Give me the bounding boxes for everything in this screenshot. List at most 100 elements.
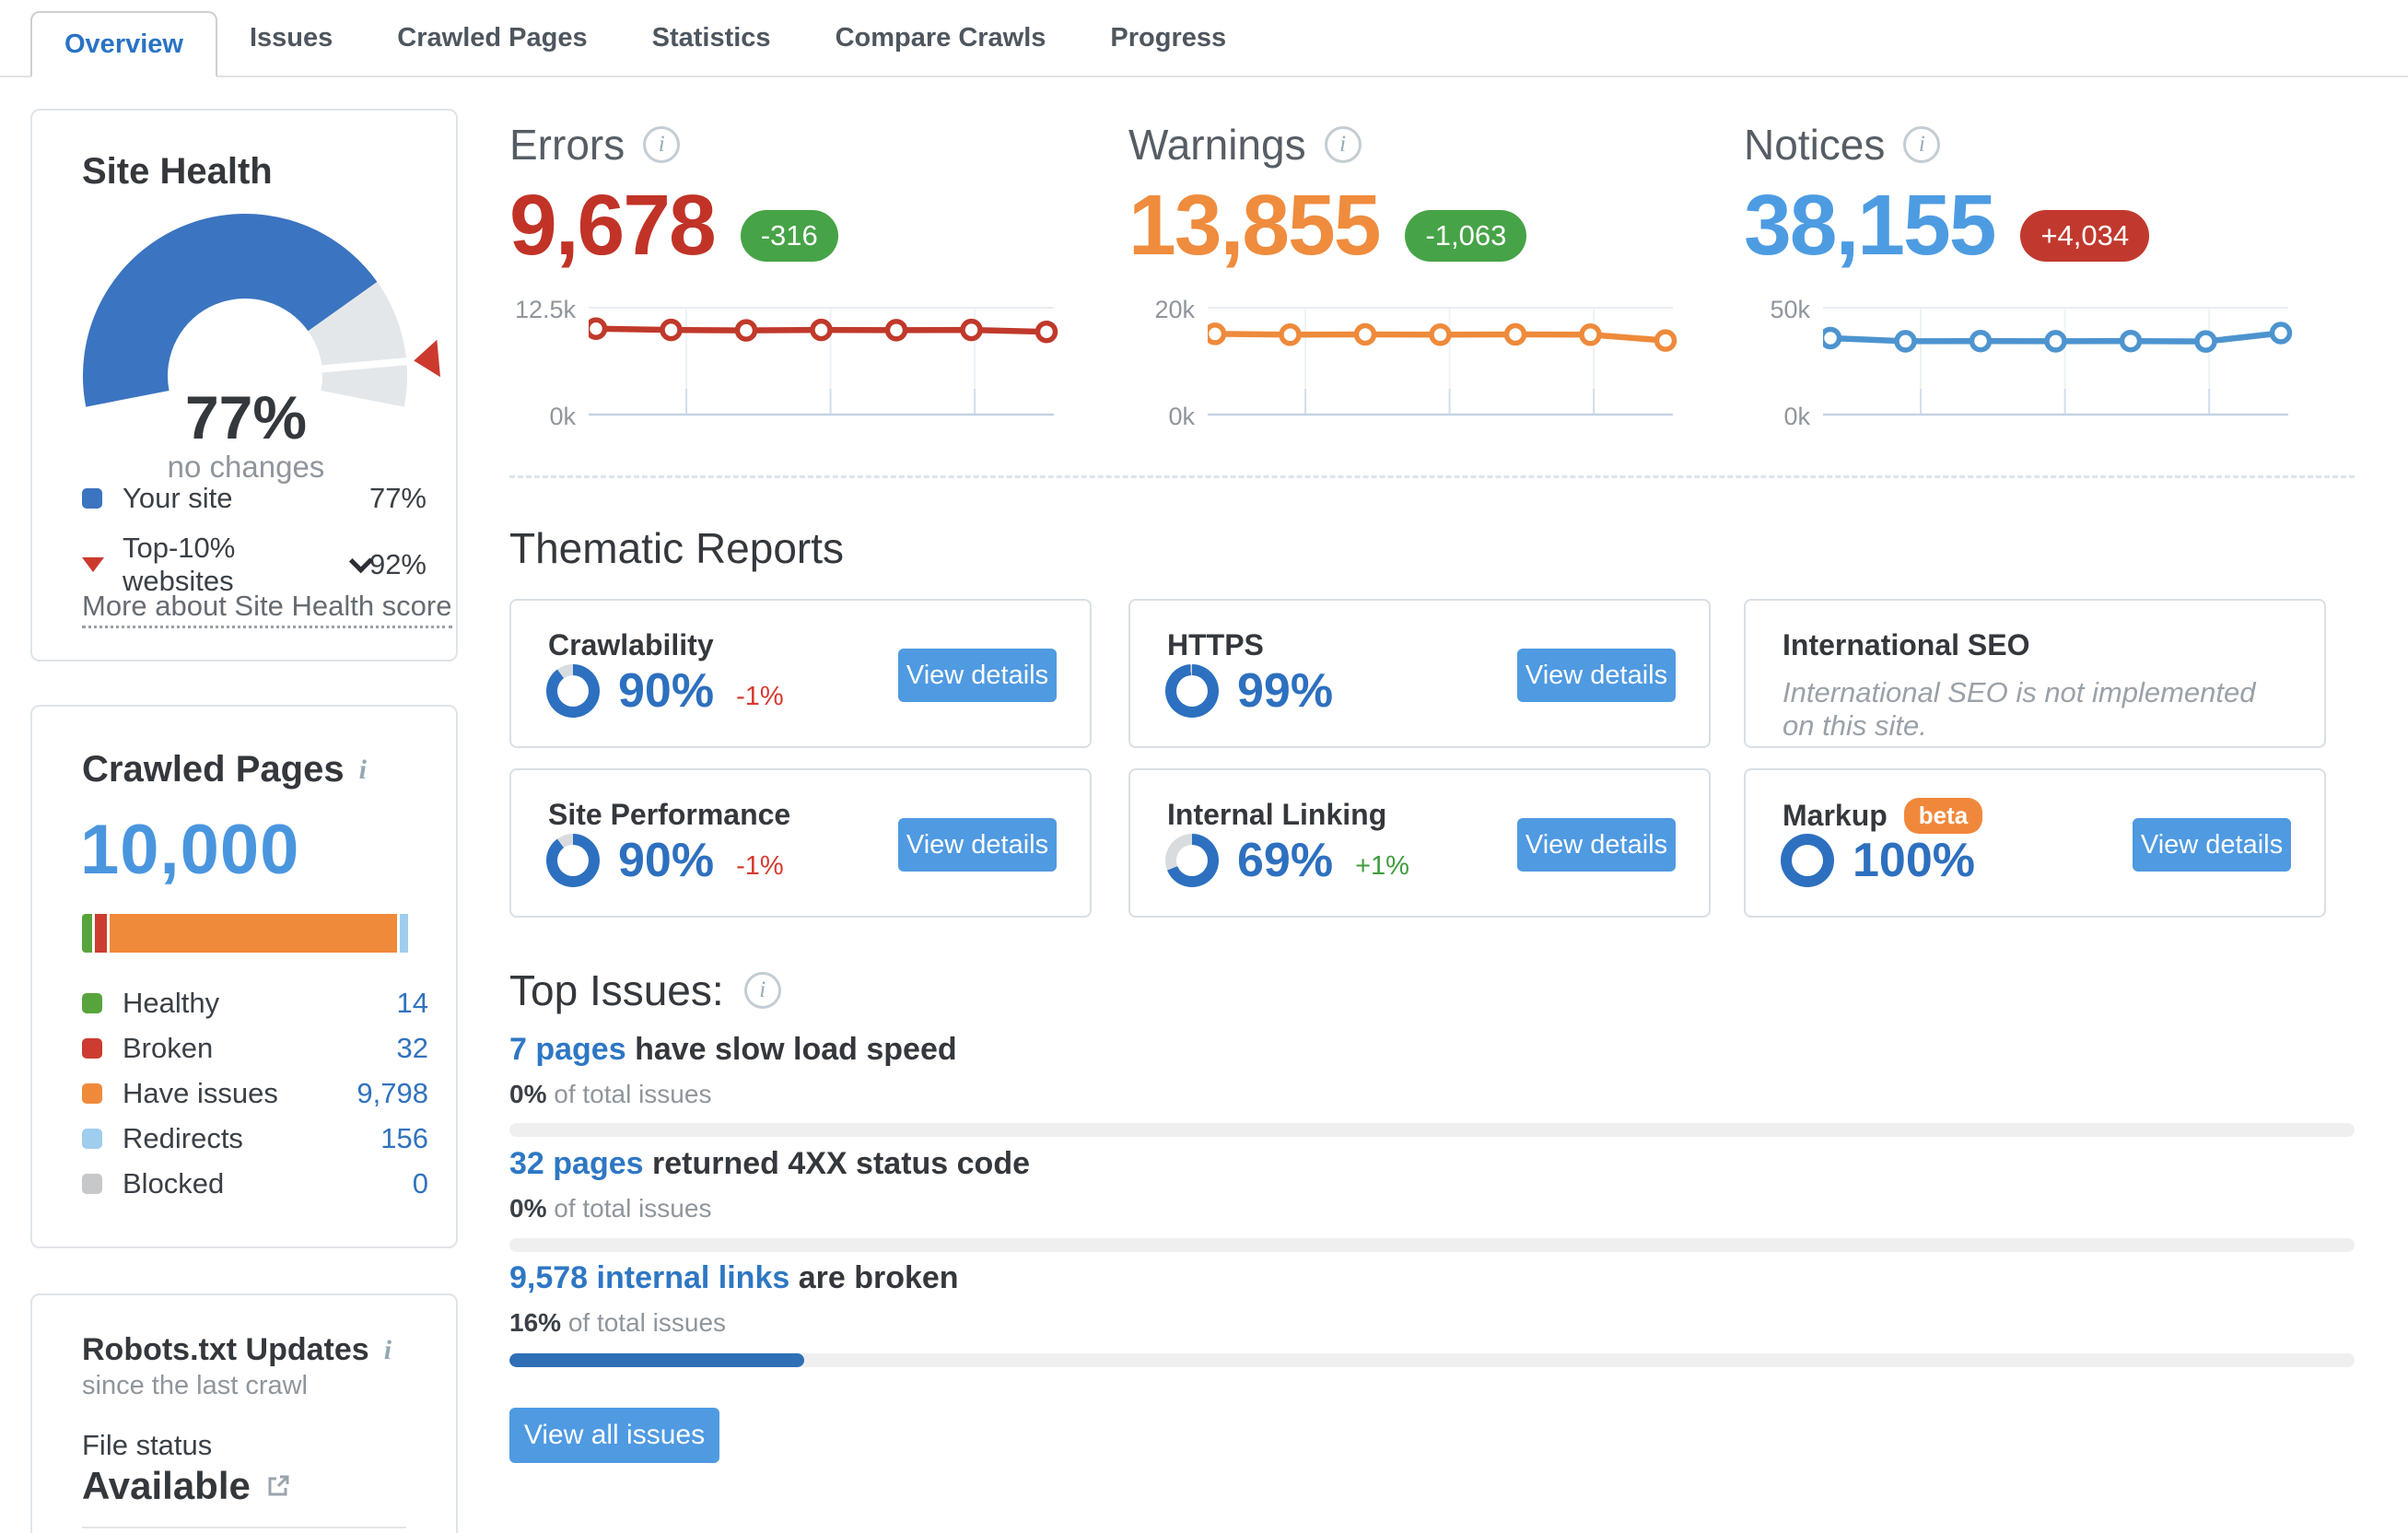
issue-2-link[interactable]: 32 pages: [509, 1146, 644, 1181]
errors-info-icon[interactable]: i: [643, 126, 681, 163]
warnings-ymax-label: 20k: [1154, 296, 1195, 323]
internal-linking-delta: +1%: [1355, 850, 1409, 881]
redirects-label: Redirects: [123, 1122, 243, 1154]
site-health-change: no changes: [167, 450, 325, 484]
top-issues-title-text: Top Issues:: [509, 966, 724, 1014]
crawled-pages-stacked-bar: [82, 914, 412, 953]
top-issues-info-icon[interactable]: i: [743, 972, 781, 1009]
broken-value: 32: [396, 1032, 428, 1064]
https-view-details-button[interactable]: View details: [1517, 649, 1676, 702]
warnings-value: 13,855: [1128, 177, 1381, 273]
tab-crawled-pages[interactable]: Crawled Pages: [365, 0, 619, 76]
top10-label: Top-10% websites: [123, 532, 236, 597]
bar-segment-have-issues: [110, 914, 397, 953]
issue-2-percent-suffix: of total issues: [554, 1194, 712, 1223]
legend-broken: Broken 32: [82, 1032, 428, 1065]
robots-subtitle: since the last crawl: [82, 1371, 308, 1400]
your-site-value: 77%: [368, 482, 427, 514]
blocked-swatch: [82, 1174, 102, 1194]
redirects-swatch: [82, 1129, 102, 1149]
crawlability-delta: -1%: [736, 681, 784, 711]
crawlability-percent: 90%: [618, 664, 715, 718]
thematic-title-text: Thematic Reports: [509, 524, 845, 572]
robots-divider: [82, 1527, 406, 1528]
issue-3-progress-bar: [509, 1353, 2355, 1367]
errors-chart: 12.5k 0k: [509, 296, 1058, 430]
tab-progress[interactable]: Progress: [1078, 0, 1258, 76]
errors-metric: Errors i 9,678 -316 12.5k 0k: [509, 120, 1067, 442]
markup-card: Markup beta 100% View details: [1744, 768, 2326, 918]
markup-donut: [1781, 834, 1834, 887]
healthy-label: Healthy: [123, 987, 220, 1019]
warnings-title: Warnings: [1128, 121, 1306, 169]
broken-label: Broken: [123, 1032, 214, 1064]
tab-compare-crawls[interactable]: Compare Crawls: [803, 0, 1079, 76]
robots-info-icon[interactable]: i: [384, 1335, 392, 1366]
issue-3-link[interactable]: 9,578 internal links: [509, 1260, 789, 1295]
crawlability-view-details-button[interactable]: View details: [898, 649, 1057, 702]
notices-delta-badge: +4,034: [2020, 209, 2150, 262]
issue-2-subtext: 0% of total issues: [509, 1194, 711, 1223]
bar-segment-broken: [95, 914, 107, 953]
issue-2-percent: 0%: [509, 1194, 547, 1223]
bar-segment-healthy: [82, 914, 92, 953]
legend-healthy: Healthy 14: [82, 987, 428, 1020]
robots-txt-card: Robots.txt Updates i since the last craw…: [30, 1293, 458, 1533]
notices-info-icon[interactable]: i: [1903, 126, 1941, 163]
view-all-issues-button[interactable]: View all issues: [509, 1408, 719, 1463]
benchmark-triangle-icon: [82, 557, 104, 572]
notices-value: 38,155: [1744, 177, 1996, 273]
crawlability-card: Crawlability 90% -1% View details: [509, 599, 1092, 748]
site-performance-card: Site Performance 90% -1% View details: [509, 768, 1092, 918]
have-issues-label: Have issues: [123, 1077, 278, 1109]
internal-linking-view-details-button[interactable]: View details: [1517, 818, 1676, 872]
site-performance-donut: [546, 834, 600, 887]
markup-percent: 100%: [1853, 834, 1975, 887]
issue-1-link[interactable]: 7 pages: [509, 1032, 626, 1067]
site-health-more-link[interactable]: More about Site Health score: [82, 590, 452, 628]
errors-ymax-label: 12.5k: [514, 296, 576, 323]
warnings-ymin-label: 0k: [1168, 403, 1195, 430]
warnings-trend-chart: [1208, 307, 1677, 416]
crawled-pages-legend: Healthy 14 Broken 32 Have issues 9,798 R…: [82, 987, 428, 1200]
internal-linking-title: Internal Linking: [1167, 798, 1387, 831]
legend-blocked: Blocked 0: [82, 1167, 428, 1200]
have-issues-swatch: [82, 1083, 102, 1104]
issue-2-progress-bar: [509, 1238, 2355, 1252]
markup-view-details-button[interactable]: View details: [2133, 818, 2291, 872]
site-performance-view-details-button[interactable]: View details: [898, 818, 1057, 872]
tab-statistics[interactable]: Statistics: [620, 0, 803, 76]
warnings-info-icon[interactable]: i: [1324, 126, 1362, 163]
warnings-metric: Warnings i 13,855 -1,063 20k 0k: [1128, 120, 1686, 442]
legend-have-issues: Have issues 9,798: [82, 1077, 428, 1110]
https-title: HTTPS: [1167, 628, 1264, 661]
errors-ymin-label: 0k: [549, 403, 576, 430]
tab-issues[interactable]: Issues: [217, 0, 365, 76]
issue-1-percent: 0%: [509, 1080, 547, 1108]
notices-trend-chart: [1823, 307, 2293, 416]
notices-title: Notices: [1744, 121, 1886, 169]
errors-delta-badge: -316: [740, 209, 838, 262]
issue-1-text: have slow load speed: [635, 1032, 957, 1067]
crawled-pages-total: 10,000: [80, 811, 300, 889]
robots-title: Robots.txt Updates: [82, 1332, 369, 1367]
issue-3-subtext: 16% of total issues: [509, 1308, 726, 1338]
errors-trend-chart: [589, 307, 1058, 416]
internal-linking-card: Internal Linking 69% +1% View details: [1128, 768, 1711, 918]
crawled-pages-info-icon[interactable]: i: [359, 755, 367, 786]
notices-ymin-label: 0k: [1783, 403, 1810, 430]
markup-title-text: Markup: [1783, 799, 1888, 832]
redirects-value: 156: [380, 1122, 428, 1154]
tab-bar: Overview Issues Crawled Pages Statistics…: [0, 0, 2408, 77]
tab-overview[interactable]: Overview: [30, 11, 217, 77]
have-issues-value: 9,798: [357, 1077, 428, 1109]
top10-value: 92%: [368, 548, 427, 580]
issue-1-heading: 7 pages have slow load speed: [509, 1032, 957, 1068]
file-status-value: Available: [82, 1464, 291, 1508]
crawlability-title: Crawlability: [548, 628, 714, 661]
external-link-icon[interactable]: [265, 1473, 291, 1499]
internal-linking-donut: [1165, 834, 1219, 887]
notices-metric: Notices i 38,155 +4,034 50k 0k: [1744, 120, 2301, 442]
crawled-pages-card: Crawled Pages i 10,000 Healthy 14 Broken…: [30, 705, 458, 1248]
blocked-value: 0: [412, 1167, 428, 1199]
